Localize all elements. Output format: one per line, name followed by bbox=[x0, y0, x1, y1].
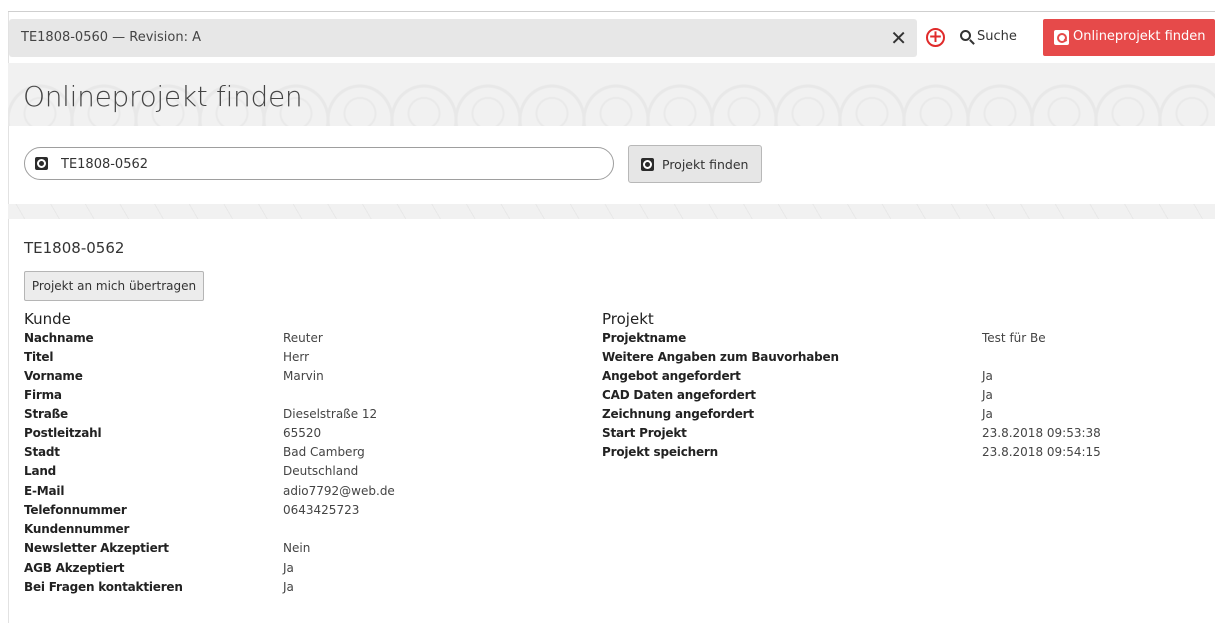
kunde-row: Postleitzahl 65520 bbox=[24, 426, 584, 445]
kunde-row: AGB Akzeptiert Ja bbox=[24, 561, 584, 580]
projekt-row: Projekt speichern 23.8.2018 09:54:15 bbox=[602, 445, 1202, 464]
kunde-row: Nachname Reuter bbox=[24, 331, 584, 350]
kunde-row: Land Deutschland bbox=[24, 464, 584, 483]
kunde-row: Firma bbox=[24, 388, 584, 407]
field-value: Ja bbox=[982, 407, 993, 421]
top-divider bbox=[8, 11, 1215, 12]
field-label: Telefonnummer bbox=[24, 503, 127, 517]
find-project-icon bbox=[35, 157, 48, 170]
decorative-band bbox=[8, 204, 1215, 219]
kunde-row: Titel Herr bbox=[24, 350, 584, 369]
kunde-row: Telefonnummer 0643425723 bbox=[24, 503, 584, 522]
field-label: Nachname bbox=[24, 331, 94, 345]
field-value: Marvin bbox=[283, 369, 324, 383]
search-link-label: Suche bbox=[977, 29, 1017, 44]
kunde-row: Straße Dieselstraße 12 bbox=[24, 407, 584, 426]
kunde-title: Kunde bbox=[24, 310, 71, 328]
project-id-heading: TE1808-0562 bbox=[24, 239, 125, 257]
field-value: Ja bbox=[982, 388, 993, 402]
kunde-row: Vorname Marvin bbox=[24, 369, 584, 388]
close-icon[interactable]: ✕ bbox=[890, 25, 907, 51]
field-label: Start Projekt bbox=[602, 426, 687, 440]
field-label: Bei Fragen kontaktieren bbox=[24, 580, 183, 594]
kunde-row: Stadt Bad Camberg bbox=[24, 445, 584, 464]
top-bar: TE1808-0560 — Revision: A ✕ + Suche Onli… bbox=[8, 18, 1215, 58]
page-header-banner: Onlineprojekt finden bbox=[8, 63, 1215, 126]
field-label: Stadt bbox=[24, 445, 60, 459]
kunde-row: Newsletter Akzeptiert Nein bbox=[24, 541, 584, 560]
project-search-field[interactable] bbox=[24, 147, 614, 180]
field-value: Dieselstraße 12 bbox=[283, 407, 378, 421]
search-icon bbox=[960, 30, 971, 41]
field-value: Ja bbox=[283, 580, 294, 594]
field-label: Newsletter Akzeptiert bbox=[24, 541, 169, 555]
kunde-row: Bei Fragen kontaktieren Ja bbox=[24, 580, 584, 599]
kunde-row: Kundennummer bbox=[24, 522, 584, 541]
field-value: adio7792@web.de bbox=[283, 484, 395, 498]
field-value: Nein bbox=[283, 541, 311, 555]
field-value: Bad Camberg bbox=[283, 445, 365, 459]
projekt-row: Start Projekt 23.8.2018 09:53:38 bbox=[602, 426, 1202, 445]
find-project-icon bbox=[1054, 30, 1069, 45]
projekt-title: Projekt bbox=[602, 310, 654, 328]
field-value: Herr bbox=[283, 350, 310, 364]
projekt-finden-button[interactable]: Projekt finden bbox=[628, 145, 762, 183]
field-label: Projektname bbox=[602, 331, 687, 345]
search-link[interactable]: Suche bbox=[960, 29, 1017, 44]
find-project-icon bbox=[641, 158, 654, 171]
field-value: Test für Be bbox=[982, 331, 1046, 345]
field-label: Zeichnung angefordert bbox=[602, 407, 754, 421]
onlineprojekt-finden-button[interactable]: Onlineprojekt finden bbox=[1043, 19, 1215, 56]
field-value: Deutschland bbox=[283, 464, 359, 478]
field-label: CAD Daten angefordert bbox=[602, 388, 756, 402]
field-value: Reuter bbox=[283, 331, 323, 345]
field-value: Ja bbox=[982, 369, 993, 383]
field-value: Ja bbox=[283, 561, 294, 575]
field-value: 0643425723 bbox=[283, 503, 360, 517]
projekt-row: Angebot angefordert Ja bbox=[602, 369, 1202, 388]
field-label: Straße bbox=[24, 407, 68, 421]
kunde-row: E-Mail adio7792@web.de bbox=[24, 484, 584, 503]
projekt-finden-label: Projekt finden bbox=[662, 157, 749, 172]
field-label: Angebot angefordert bbox=[602, 369, 741, 383]
revision-text: TE1808-0560 — Revision: A bbox=[21, 30, 202, 45]
field-label: Weitere Angaben zum Bauvorhaben bbox=[602, 350, 839, 364]
field-value: 65520 bbox=[283, 426, 322, 440]
onlineprojekt-finden-label: Onlineprojekt finden bbox=[1073, 29, 1206, 44]
field-label: Kundennummer bbox=[24, 522, 130, 536]
projekt-row: CAD Daten angefordert Ja bbox=[602, 388, 1202, 407]
field-label: Titel bbox=[24, 350, 54, 364]
projekt-row: Weitere Angaben zum Bauvorhaben bbox=[602, 350, 1202, 369]
field-value: 23.8.2018 09:54:15 bbox=[982, 445, 1101, 459]
field-label: AGB Akzeptiert bbox=[24, 561, 125, 575]
field-value: 23.8.2018 09:53:38 bbox=[982, 426, 1101, 440]
transfer-project-button[interactable]: Projekt an mich übertragen bbox=[24, 271, 204, 301]
field-label: Projekt speichern bbox=[602, 445, 718, 459]
revision-selector[interactable]: TE1808-0560 — Revision: A ✕ bbox=[9, 19, 917, 57]
projekt-row: Projektname Test für Be bbox=[602, 331, 1202, 350]
page-title: Onlineprojekt finden bbox=[23, 80, 303, 113]
projekt-row: Zeichnung angefordert Ja bbox=[602, 407, 1202, 426]
field-label: Land bbox=[24, 464, 57, 478]
project-search-input[interactable] bbox=[61, 154, 601, 174]
field-label: Postleitzahl bbox=[24, 426, 102, 440]
field-label: E-Mail bbox=[24, 484, 65, 498]
field-label: Vorname bbox=[24, 369, 83, 383]
add-circle-icon[interactable]: + bbox=[926, 28, 945, 47]
field-label: Firma bbox=[24, 388, 62, 402]
